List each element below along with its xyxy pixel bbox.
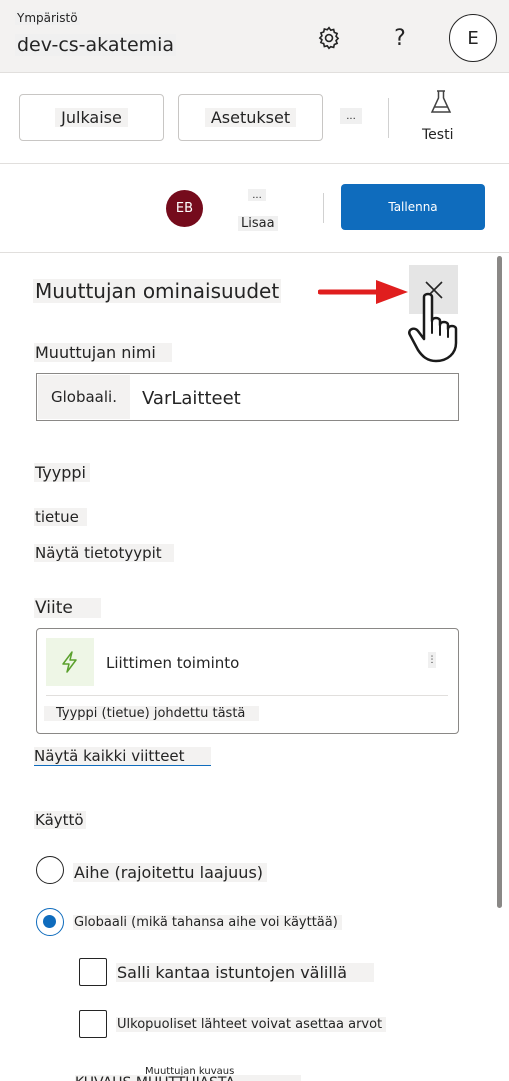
radio-topic-scope-text: Aihe (rajoitettu laajuus) [73, 863, 268, 882]
show-types-link[interactable]: Näytä tietotyypit [34, 544, 174, 562]
show-all-references-link[interactable]: Näytä kaikki viitteet [34, 747, 211, 766]
settings-label: Asetukset [204, 108, 297, 127]
variable-name-label-text: Muuttujan nimi [34, 343, 172, 362]
publish-button[interactable]: Julkaise [19, 94, 164, 141]
type-value: tietue [34, 508, 87, 526]
add-label[interactable]: Lisaa [238, 216, 278, 231]
checkbox-persist-sessions[interactable] [79, 958, 107, 986]
gear-icon[interactable] [313, 22, 345, 54]
pointer-hand-icon [402, 291, 466, 363]
publish-label: Julkaise [55, 108, 128, 127]
more-options-button[interactable]: ... [248, 189, 266, 201]
reference-label-text: Viite [34, 598, 101, 618]
test-label[interactable]: Testi [422, 127, 453, 143]
type-label-text: Tyyppi [34, 463, 90, 482]
collaborator-avatar[interactable]: EB [166, 190, 203, 227]
more-commands-button[interactable]: ... [340, 108, 362, 124]
lightning-bolt-icon [46, 638, 94, 686]
radio-topic-scope-label[interactable]: Aihe (rajoitettu laajuus) [73, 863, 268, 882]
settings-button[interactable]: Asetukset [178, 94, 323, 141]
checkbox-external-label[interactable]: Ulkopuoliset lähteet voivat asettaa arvo… [116, 1017, 387, 1032]
radio-global[interactable] [36, 908, 64, 936]
scrollbar-thumb[interactable] [497, 256, 502, 908]
card-divider [46, 695, 448, 696]
reference-subtitle: Tyyppi (tietue) johdettu tästä [44, 706, 260, 721]
type-label: Tyyppi [34, 463, 90, 482]
user-avatar[interactable]: E [449, 14, 497, 62]
usage-label-text: Käyttö [34, 811, 86, 829]
radio-global-label[interactable]: Globaali (mikä tahansa aihe voi käyttää) [73, 915, 342, 930]
variable-name-input[interactable]: VarLaitteet [142, 388, 241, 409]
panel-title: Muuttujan ominaisuudet [33, 279, 282, 303]
arrow-annotation [317, 276, 410, 308]
help-button[interactable]: ? [386, 22, 414, 54]
environment-name[interactable]: dev-cs-akatemia [15, 34, 177, 56]
reference-title: Liittimen toiminto [106, 654, 240, 672]
reference-more-button[interactable]: ⋮ [428, 652, 437, 668]
checkbox-persist-label[interactable]: Salli kantaa istuntojen välillä [116, 963, 375, 982]
checkbox-persist-text: Salli kantaa istuntojen välillä [116, 963, 375, 982]
variable-name-label: Muuttujan nimi [34, 343, 172, 362]
usage-label: Käyttö [34, 811, 86, 829]
radio-global-text: Globaali (mikä tahansa aihe voi käyttää) [73, 915, 342, 930]
command-divider [388, 98, 389, 138]
checkbox-external-text: Ulkopuoliset lähteet voivat asettaa arvo… [116, 1017, 387, 1032]
reference-label: Viite [34, 598, 101, 618]
flask-icon[interactable] [427, 89, 455, 115]
show-types-text: Näytä tietotyypit [34, 544, 174, 562]
name-prefix: Globaali. [38, 375, 130, 419]
checkbox-external-sources[interactable] [79, 1010, 107, 1038]
toolbar-divider [323, 193, 324, 223]
radio-topic-scope[interactable] [36, 856, 64, 884]
type-value-text: tietue [34, 508, 87, 526]
description-field[interactable]: KUVAUS MUUTTUJASTA [75, 1075, 301, 1081]
save-button[interactable]: Tallenna [341, 184, 485, 230]
environment-label: Ympäristö [15, 11, 80, 25]
